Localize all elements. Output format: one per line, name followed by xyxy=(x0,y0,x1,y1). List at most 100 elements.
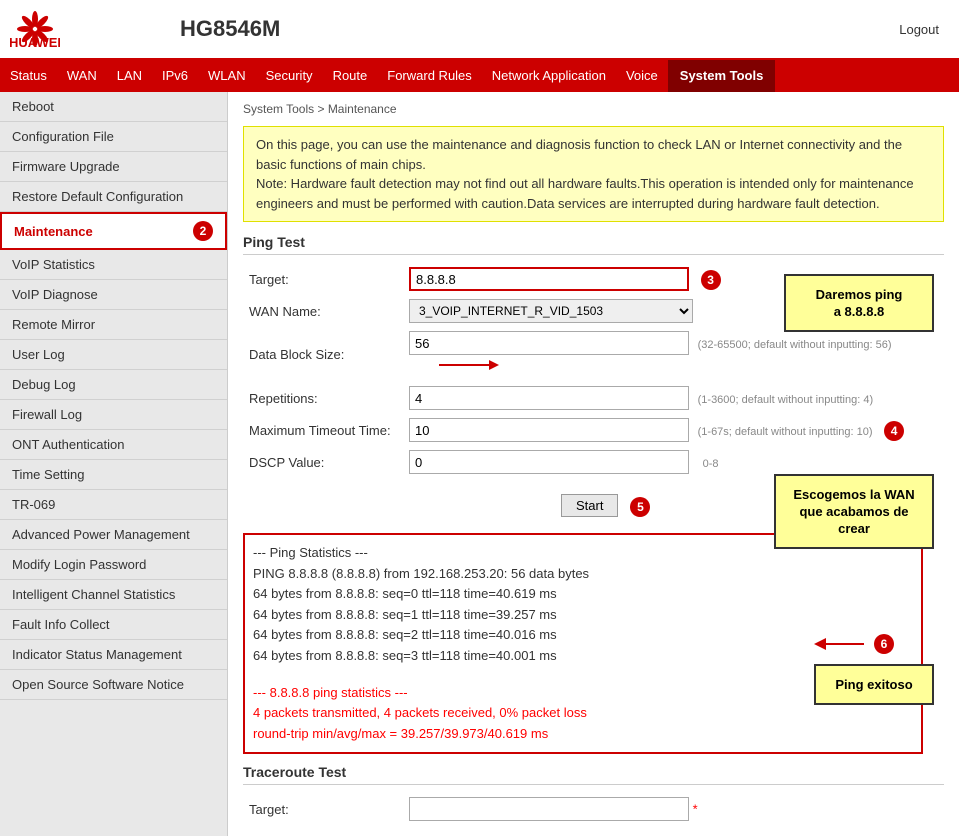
nav-route[interactable]: Route xyxy=(323,60,378,92)
arrow-svg xyxy=(439,355,499,375)
annotation-text-2: Escogemos la WANque acabamos decrear xyxy=(793,487,914,536)
annotation-num-2: 2 xyxy=(193,221,213,241)
sidebar-item-firewall-log[interactable]: Firewall Log xyxy=(0,400,227,430)
repetitions-cell: (1-3600; default without inputting: 4) xyxy=(403,382,944,414)
nav-system-tools[interactable]: System Tools xyxy=(668,60,776,92)
max-timeout-label: Maximum Timeout Time: xyxy=(243,414,403,446)
ping-line-1: PING 8.8.8.8 (8.8.8.8) from 192.168.253.… xyxy=(253,566,589,581)
ping-line-0: --- Ping Statistics --- xyxy=(253,545,368,560)
sidebar-item-fault-info[interactable]: Fault Info Collect xyxy=(0,610,227,640)
sidebar-item-firmware-upgrade[interactable]: Firmware Upgrade xyxy=(0,152,227,182)
max-timeout-hint: (1-67s; default without inputting: 10) xyxy=(693,426,873,438)
content-area: System Tools > Maintenance On this page,… xyxy=(228,92,959,836)
device-title: HG8546M xyxy=(160,16,899,42)
data-block-label: Data Block Size: xyxy=(243,327,403,382)
annotation-num-5: 5 xyxy=(630,497,650,517)
traceroute-title: Traceroute Test xyxy=(243,764,944,785)
annotation-bubble-3: Ping exitoso xyxy=(814,664,934,705)
sidebar-item-modify-login[interactable]: Modify Login Password xyxy=(0,550,227,580)
nav-network-application[interactable]: Network Application xyxy=(482,60,616,92)
ping-test-title: Ping Test xyxy=(243,234,944,255)
sidebar-item-debug-log[interactable]: Debug Log xyxy=(0,370,227,400)
header: HUAWEI HG8546M Logout xyxy=(0,0,959,60)
repetitions-hint: (1-3600; default without inputting: 4) xyxy=(693,394,874,406)
traceroute-form-table: Target: * xyxy=(243,793,944,825)
sidebar-item-maintenance[interactable]: Maintenance 2 xyxy=(0,212,227,250)
dscp-hint: 0-8 xyxy=(698,458,719,470)
sidebar-item-tr069[interactable]: TR-069 xyxy=(0,490,227,520)
max-timeout-row: Maximum Timeout Time: (1-67s; default wi… xyxy=(243,414,944,446)
arrow-left-svg xyxy=(814,634,864,654)
traceroute-target-cell: * xyxy=(403,793,944,825)
sidebar-item-voip-diagnose[interactable]: VoIP Diagnose xyxy=(0,280,227,310)
dscp-label: DSCP Value: xyxy=(243,446,403,478)
traceroute-section: Traceroute Test Target: * xyxy=(243,764,944,825)
sidebar-item-reboot[interactable]: Reboot xyxy=(0,92,227,122)
repetitions-row: Repetitions: (1-3600; default without in… xyxy=(243,382,944,414)
annotation-num-3: 3 xyxy=(701,270,721,290)
logo-area: HUAWEI xyxy=(10,9,160,49)
annotation-num-4: 4 xyxy=(884,421,904,441)
ping-line-4: 64 bytes from 8.8.8.8: seq=2 ttl=118 tim… xyxy=(253,627,557,642)
dscp-input[interactable] xyxy=(409,450,689,474)
arrow-to-4 xyxy=(439,355,499,378)
sidebar-item-ont-auth[interactable]: ONT Authentication xyxy=(0,430,227,460)
data-block-hint: (32-65500; default without inputting: 56… xyxy=(693,339,892,351)
sidebar-item-advanced-power[interactable]: Advanced Power Management xyxy=(0,520,227,550)
annotation-text-1: Daremos pinga 8.8.8.8 xyxy=(816,287,903,319)
annotation-bubble-2: Escogemos la WANque acabamos decrear xyxy=(774,474,934,549)
annotation-bubble-1: Daremos pinga 8.8.8.8 xyxy=(784,274,934,332)
ping-line-2: 64 bytes from 8.8.8.8: seq=0 ttl=118 tim… xyxy=(253,586,557,601)
target-label: Target: xyxy=(243,263,403,295)
main-layout: Reboot Configuration File Firmware Upgra… xyxy=(0,92,959,836)
nav-wlan[interactable]: WLAN xyxy=(198,60,256,92)
info-box: On this page, you can use the maintenanc… xyxy=(243,126,944,222)
start-button[interactable]: Start xyxy=(561,494,618,517)
nav-wan[interactable]: WAN xyxy=(57,60,107,92)
nav-status[interactable]: Status xyxy=(0,60,57,92)
ping-line-6: --- 8.8.8.8 ping statistics --- xyxy=(253,685,408,700)
ping-arrow-area: 6 xyxy=(814,634,894,654)
repetitions-label: Repetitions: xyxy=(243,382,403,414)
wan-name-select[interactable]: 3_VOIP_INTERNET_R_VID_1503 xyxy=(409,299,693,323)
sidebar-item-time-setting[interactable]: Time Setting xyxy=(0,460,227,490)
ping-line-8: round-trip min/avg/max = 39.257/39.973/4… xyxy=(253,726,548,741)
ping-line-7: 4 packets transmitted, 4 packets receive… xyxy=(253,705,587,720)
ping-line-3: 64 bytes from 8.8.8.8: seq=1 ttl=118 tim… xyxy=(253,607,557,622)
sidebar-item-intelligent-channel[interactable]: Intelligent Channel Statistics xyxy=(0,580,227,610)
max-timeout-input[interactable] xyxy=(409,418,689,442)
nav-voice[interactable]: Voice xyxy=(616,60,668,92)
sidebar: Reboot Configuration File Firmware Upgra… xyxy=(0,92,228,836)
sidebar-item-indicator-status[interactable]: Indicator Status Management xyxy=(0,640,227,670)
sidebar-item-restore-default[interactable]: Restore Default Configuration xyxy=(0,182,227,212)
logout-button[interactable]: Logout xyxy=(899,22,949,37)
huawei-logo: HUAWEI xyxy=(10,9,60,49)
traceroute-target-label: Target: xyxy=(243,793,403,825)
sidebar-item-open-source[interactable]: Open Source Software Notice xyxy=(0,670,227,700)
nav-security[interactable]: Security xyxy=(256,60,323,92)
sidebar-item-voip-stats[interactable]: VoIP Statistics xyxy=(0,250,227,280)
navbar: Status WAN LAN IPv6 WLAN Security Route … xyxy=(0,60,959,92)
svg-text:HUAWEI: HUAWEI xyxy=(10,35,60,49)
data-block-row: Data Block Size: (32-65500; default with… xyxy=(243,327,944,382)
maintenance-label: Maintenance xyxy=(14,224,93,239)
traceroute-target-input[interactable] xyxy=(409,797,689,821)
sidebar-item-remote-mirror[interactable]: Remote Mirror xyxy=(0,310,227,340)
breadcrumb: System Tools > Maintenance xyxy=(243,102,944,116)
annotation-text-3: Ping exitoso xyxy=(835,677,912,692)
target-input[interactable] xyxy=(409,267,689,291)
wan-name-label: WAN Name: xyxy=(243,295,403,327)
info-line2: Note: Hardware fault detection may not f… xyxy=(256,176,914,211)
ping-line-5: 64 bytes from 8.8.8.8: seq=3 ttl=118 tim… xyxy=(253,648,557,663)
repetitions-input[interactable] xyxy=(409,386,689,410)
sidebar-item-configuration-file[interactable]: Configuration File xyxy=(0,122,227,152)
nav-lan[interactable]: LAN xyxy=(107,60,152,92)
nav-forward-rules[interactable]: Forward Rules xyxy=(377,60,482,92)
max-timeout-cell: (1-67s; default without inputting: 10) 4 xyxy=(403,414,944,446)
nav-ipv6[interactable]: IPv6 xyxy=(152,60,198,92)
data-block-input[interactable] xyxy=(409,331,689,355)
sidebar-item-user-log[interactable]: User Log xyxy=(0,340,227,370)
traceroute-target-row: Target: * xyxy=(243,793,944,825)
data-block-cell: (32-65500; default without inputting: 56… xyxy=(403,327,944,382)
annotation-num-6: 6 xyxy=(874,634,894,654)
